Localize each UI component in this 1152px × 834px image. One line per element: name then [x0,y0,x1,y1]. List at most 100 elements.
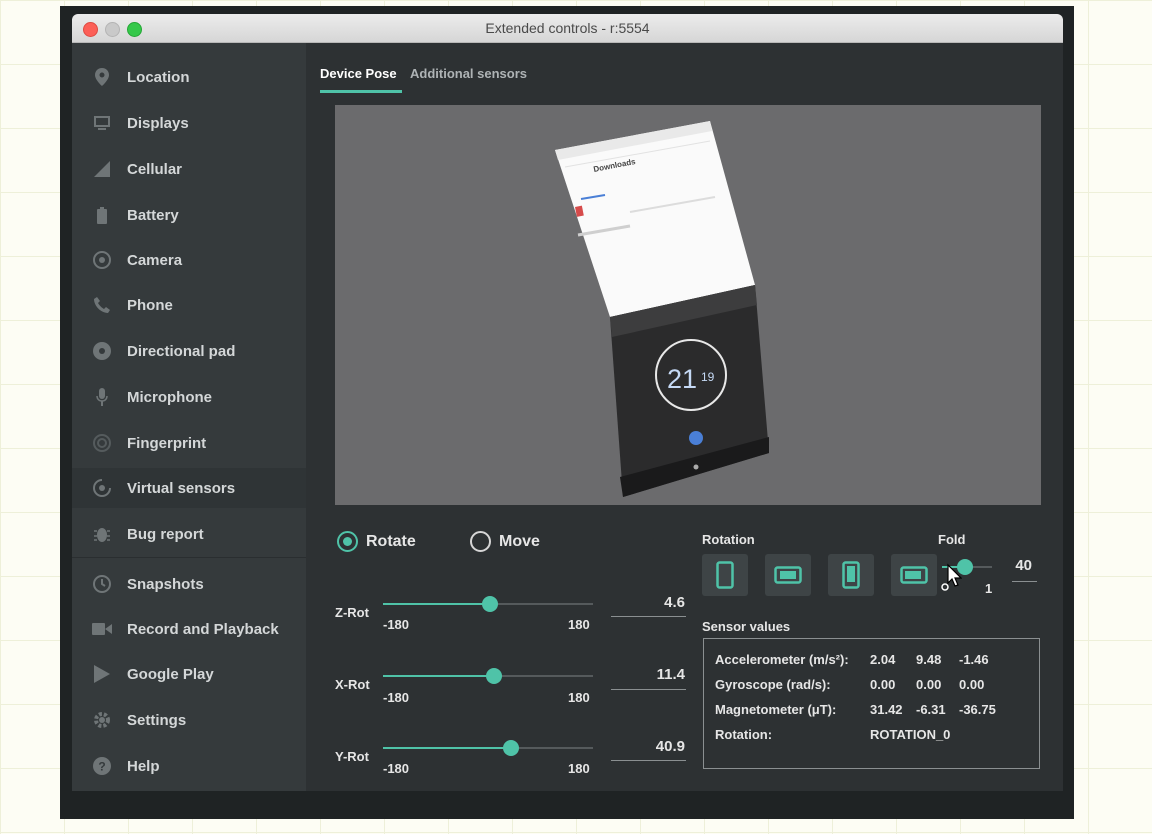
z-rot-fill [383,603,491,605]
x-rot-value-underline [611,689,686,690]
display-icon [92,113,112,133]
reverse-portrait-phone-icon [842,561,860,589]
rotate-radio[interactable]: Rotate [337,531,416,552]
sidebar-item-cellular[interactable]: Cellular [72,149,306,189]
sidebar-item-displays[interactable]: Displays [72,103,306,143]
rotate-reverse-portrait-button[interactable] [828,554,874,596]
accelerometer-label: Accelerometer (m/s²): [715,652,849,667]
y-rot-fill [383,747,512,749]
window-title: Extended controls - r:5554 [485,20,650,36]
z-rot-thumb[interactable] [482,596,499,612]
sidebar-item-label: Microphone [127,388,212,406]
device-pose-viewport[interactable]: Downloads 21 19 [335,105,1041,505]
y-rot-slider[interactable] [383,740,593,756]
x-rot-fill [383,675,495,677]
rotate-radio-label: Rotate [366,532,416,550]
rotation-label: Rotation [702,532,755,547]
tab-additional-sensors[interactable]: Additional sensors [410,66,527,81]
cellular-signal-icon [92,159,112,179]
sidebar-item-snapshots[interactable]: Snapshots [72,564,306,604]
x-rot-value[interactable]: 11.4 [613,666,685,683]
sidebar-divider [72,557,306,558]
camera-icon [92,250,112,270]
landscape-phone-icon [774,566,802,584]
accelerometer-x: 2.04 [870,652,896,667]
rotate-reverse-landscape-button[interactable] [891,554,937,596]
sidebar-item-label: Location [127,68,190,86]
battery-icon [92,205,112,225]
fingerprint-icon [92,433,112,453]
microphone-icon [92,387,112,407]
portrait-phone-icon [716,561,734,589]
gear-icon [92,710,112,730]
magnetometer-label: Magnetometer (μT): [715,702,837,717]
accelerometer-z: -1.46 [959,652,989,667]
sidebar-item-record-and-playback[interactable]: Record and Playback [72,609,306,649]
sidebar-item-label: Record and Playback [127,620,279,638]
sidebar-item-label: Settings [127,711,187,729]
sidebar-item-directional-pad[interactable]: Directional pad [72,331,306,371]
rotate-sensor-icon [92,478,112,498]
sidebar-item-phone[interactable]: Phone [72,285,306,325]
rotate-portrait-button[interactable] [702,554,748,596]
rotate-radio-circle[interactable] [337,531,358,552]
sidebar-item-battery[interactable]: Battery [72,195,306,235]
sidebar-item-google-play[interactable]: Google Play [72,654,306,694]
fold-label: Fold [938,532,966,547]
gyroscope-z: 0.00 [959,677,985,692]
main-content: Device Pose Additional sensors Downloads [306,43,1063,791]
z-rot-slider[interactable] [383,596,593,612]
y-rot-thumb[interactable] [503,740,520,756]
sidebar-item-label: Virtual sensors [127,479,236,497]
sidebar: Location Displays Cellular Battery Camer… [72,43,306,791]
sidebar-item-label: Phone [127,296,173,314]
z-rot-label: Z-Rot [335,605,369,620]
magnetometer-y: -6.31 [916,702,946,717]
gyroscope-label: Gyroscope (rad/s): [715,677,831,692]
sidebar-item-bug-report[interactable]: Bug report [72,514,306,554]
sidebar-item-label: Google Play [127,665,214,683]
move-radio[interactable]: Move [470,531,540,552]
rotate-landscape-button[interactable] [765,554,811,596]
sidebar-item-help[interactable]: ? Help [72,746,306,786]
y-rot-value[interactable]: 40.9 [613,738,685,755]
z-rot-max: 180 [568,617,590,632]
help-icon: ? [92,756,112,776]
sidebar-item-label: Fingerprint [127,434,207,452]
sidebar-item-location[interactable]: Location [72,57,306,97]
tab-device-pose[interactable]: Device Pose [320,66,397,81]
bug-icon [92,524,112,544]
x-rot-min: -180 [383,690,410,705]
gyroscope-x: 0.00 [870,677,896,692]
video-camera-icon [92,619,112,639]
phone-icon [92,295,112,315]
sidebar-item-microphone[interactable]: Microphone [72,377,306,417]
location-pin-icon [92,67,112,87]
x-rot-label: X-Rot [335,677,370,692]
move-radio-label: Move [499,532,540,550]
fold-value[interactable]: 40 [990,557,1032,574]
gyroscope-y: 0.00 [916,677,942,692]
play-store-icon [92,664,112,684]
sensor-values-panel: Accelerometer (m/s²): 2.04 9.48 -1.46 Gy… [703,638,1040,769]
active-tab-indicator [320,90,402,93]
sidebar-item-label: Cellular [127,160,183,178]
z-rot-value[interactable]: 4.6 [613,594,685,611]
move-radio-circle[interactable] [470,531,491,552]
sidebar-item-label: Snapshots [127,575,204,593]
sidebar-item-label: Bug report [127,525,204,543]
x-rot-slider[interactable] [383,668,593,684]
sidebar-item-virtual-sensors[interactable]: Virtual sensors [72,468,306,508]
sidebar-item-camera[interactable]: Camera [72,240,306,280]
sidebar-item-label: Camera [127,251,183,269]
extended-controls-window: Extended controls - r:5554 Location Disp… [72,14,1063,791]
magnetometer-x: 31.42 [870,702,903,717]
history-icon [92,574,112,594]
y-rot-label: Y-Rot [335,749,369,764]
x-rot-thumb[interactable] [486,668,503,684]
sidebar-item-label: Battery [127,206,179,224]
y-rot-value-underline [611,760,686,761]
rotation-value: ROTATION_0 [870,727,951,742]
sidebar-item-fingerprint[interactable]: Fingerprint [72,423,306,463]
sidebar-item-settings[interactable]: Settings [72,700,306,740]
